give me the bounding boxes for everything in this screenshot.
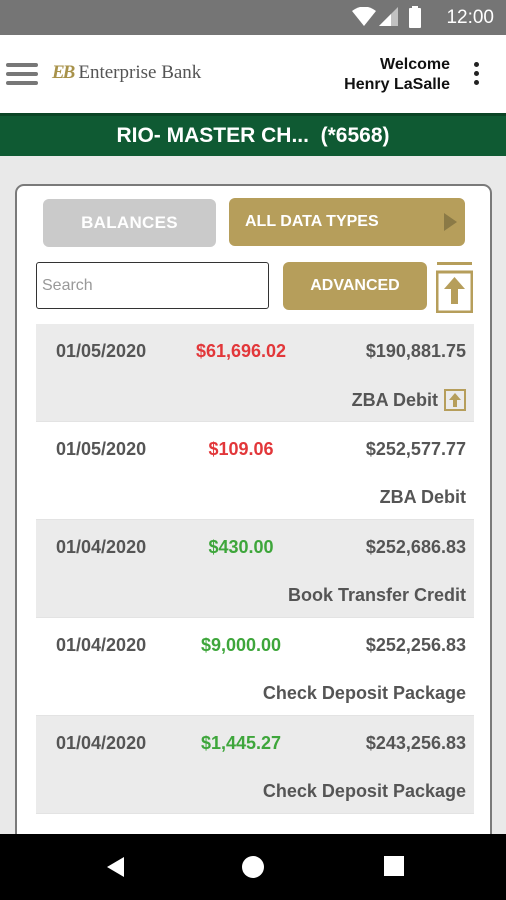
transaction-balance: $243,256.83 <box>365 733 466 753</box>
transaction-description-text: Check Deposit Package <box>262 781 466 801</box>
transaction-description: Book Transfer Credit <box>288 585 466 606</box>
data-types-dropdown[interactable]: ALL DATA TYPES <box>229 198 465 246</box>
transaction-date: 01/04/2020 <box>56 635 147 655</box>
bank-logo: EB Enterprise Bank <box>52 62 201 84</box>
welcome-block: Welcome Henry LaSalle <box>344 55 450 95</box>
menu-icon[interactable] <box>6 63 38 85</box>
battery-icon <box>409 6 421 28</box>
logo-text: Enterprise Bank <box>78 62 202 83</box>
export-icon[interactable] <box>444 389 466 411</box>
balances-button[interactable]: BALANCES <box>43 199 216 247</box>
app-header: EB Enterprise Bank Welcome Henry LaSalle <box>0 35 506 113</box>
signal-icon <box>379 7 398 26</box>
transaction-row[interactable]: 01/04/2020 $1,445.27 $243,256.83 Check Depo… <box>36 716 474 814</box>
home-icon[interactable] <box>241 855 265 879</box>
play-arrow-icon <box>444 213 457 231</box>
transaction-description: ZBA Debit <box>380 487 466 508</box>
transactions-panel: BALANCES ALL DATA TYPES ADVANCED 01/05/2… <box>15 184 492 844</box>
transaction-date: 01/04/2020 <box>56 733 147 753</box>
back-icon[interactable] <box>104 855 126 879</box>
transaction-description: Check Deposit Package <box>263 781 466 802</box>
transaction-description: Check Deposit Package <box>263 683 466 704</box>
transaction-balance: $252,577.77 <box>365 439 466 459</box>
transaction-description-text: ZBA Debit <box>379 487 466 507</box>
transaction-row[interactable]: 01/04/2020 $9,000.00 $252,256.83 Check Depo… <box>36 618 474 716</box>
transaction-balance: $252,256.83 <box>365 635 466 655</box>
account-title: RIO- MASTER CH... (*6568) <box>116 124 390 147</box>
welcome-label: Welcome <box>380 56 450 73</box>
transaction-row[interactable]: 01/04/2020 $430.00 $252,686.83 Book Transfe… <box>36 520 474 618</box>
transaction-description-text: Check Deposit Package <box>262 683 466 703</box>
recents-icon[interactable] <box>383 855 405 877</box>
transaction-description-text: ZBA Debit <box>351 389 438 410</box>
more-vert-icon[interactable] <box>474 62 480 86</box>
status-bar: 12:00 <box>0 0 506 35</box>
user-name: Henry LaSalle <box>344 76 450 93</box>
transaction-amount: $109.06 <box>208 439 274 459</box>
export-icon[interactable] <box>435 262 474 314</box>
transaction-description-text: Book Transfer Credit <box>287 585 466 605</box>
data-types-label: ALL DATA TYPES <box>245 213 379 230</box>
navigation-bar <box>0 834 506 900</box>
search-input[interactable] <box>36 262 269 309</box>
transaction-amount: $1,445.27 <box>200 733 282 753</box>
advanced-button[interactable]: ADVANCED <box>283 262 427 310</box>
transaction-amount: $9,000.00 <box>200 635 282 655</box>
transaction-amount: $430.00 <box>208 537 274 557</box>
transaction-date: 01/04/2020 <box>56 537 147 557</box>
transaction-amount: $61,696.02 <box>195 341 287 361</box>
transaction-list: 01/05/2020 $61,696.02 $190,881.75 ZBA Debit… <box>36 324 474 814</box>
logo-mark: EB <box>52 62 75 83</box>
transaction-balance: $252,686.83 <box>365 537 466 557</box>
transaction-row[interactable]: 01/05/2020 $109.06 $252,577.77 ZBA Debit <box>36 422 474 520</box>
transaction-row[interactable]: 01/05/2020 $61,696.02 $190,881.75 ZBA Debit <box>36 324 474 422</box>
transaction-balance: $190,881.75 <box>365 341 466 361</box>
status-icons <box>352 6 422 28</box>
transaction-description: ZBA Debit <box>352 389 466 411</box>
clock: 12:00 <box>446 7 494 28</box>
transaction-date: 01/05/2020 <box>56 341 147 361</box>
account-title-bar[interactable]: RIO- MASTER CH... (*6568) <box>0 113 506 156</box>
wifi-icon <box>352 7 376 26</box>
transaction-date: 01/05/2020 <box>56 439 147 459</box>
